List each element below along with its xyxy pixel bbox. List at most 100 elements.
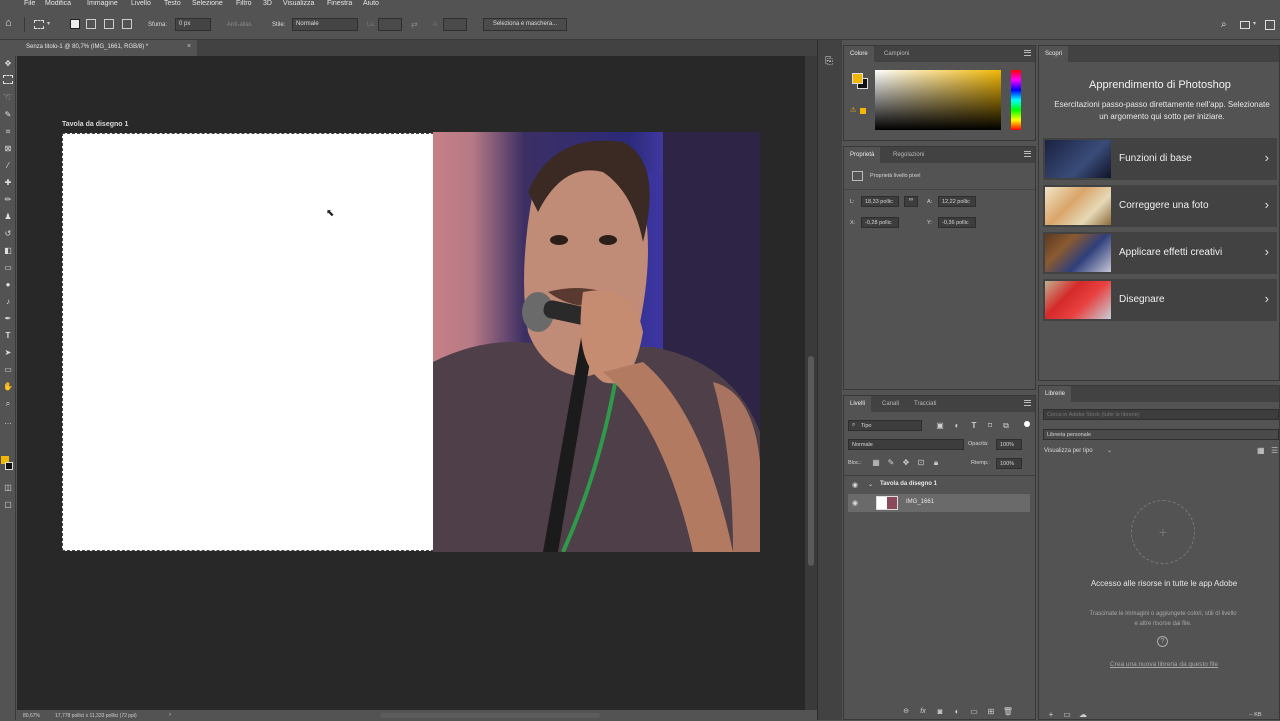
lasso-tool-icon[interactable]: ➰	[2, 92, 14, 104]
eyedropper-tool-icon[interactable]: ⁄	[2, 160, 14, 172]
chevron-down-icon[interactable]: ▾	[1253, 20, 1256, 27]
marquee-tool-preset-icon[interactable]	[34, 20, 44, 29]
layer-name[interactable]: Tavola da disegno 1	[880, 481, 937, 487]
tab-scopri[interactable]: Scopri	[1039, 46, 1069, 62]
layer-row-artboard[interactable]: ◉ ⌄ Tavola da disegno 1	[848, 476, 1030, 494]
pixel-filter-icon[interactable]: ▣	[934, 420, 946, 432]
history-brush-tool-icon[interactable]: ↺	[2, 228, 14, 240]
intersect-selection-icon[interactable]	[122, 19, 132, 29]
layer-name[interactable]: IMG_1661	[906, 499, 934, 505]
cloud-upload-icon[interactable]: ☁	[1077, 709, 1089, 721]
photo-image-layer[interactable]	[433, 132, 760, 552]
select-and-mask-button[interactable]: Seleziona e maschera...	[483, 18, 567, 31]
menu-aiuto[interactable]: Aiuto	[363, 0, 379, 8]
eraser-tool-icon[interactable]: ◧	[2, 245, 14, 257]
zoom-level[interactable]: 80,67%	[23, 713, 40, 719]
chevron-down-icon[interactable]: ⌄	[868, 481, 873, 488]
new-selection-icon[interactable]	[70, 19, 80, 29]
rectangle-tool-icon[interactable]: ▭	[2, 364, 14, 376]
tab-livelli[interactable]: Livelli	[844, 396, 872, 412]
smart-object-filter-icon[interactable]: ⧉	[1000, 420, 1012, 432]
menu-3d[interactable]: 3D	[263, 0, 272, 8]
visibility-eye-icon[interactable]: ◉	[852, 499, 858, 507]
tab-canali[interactable]: Canali	[876, 396, 905, 412]
vertical-scrollbar[interactable]	[805, 56, 817, 710]
add-selection-icon[interactable]	[86, 19, 96, 29]
foreground-color-swatch[interactable]	[852, 73, 863, 84]
antialias-checkbox[interactable]: Anti-alias	[227, 22, 252, 28]
background-color-swatch[interactable]	[5, 462, 13, 470]
rectangular-marquee-tool-icon[interactable]	[3, 75, 13, 84]
chevron-down-icon[interactable]: ⌄	[1107, 447, 1112, 454]
learn-topic-card[interactable]: Funzioni di base ›	[1043, 138, 1277, 180]
clone-stamp-tool-icon[interactable]: ♟	[2, 211, 14, 223]
panel-menu-icon[interactable]	[1024, 400, 1031, 406]
lock-position-icon[interactable]: ✥	[900, 457, 912, 469]
quick-mask-icon[interactable]: ◫	[2, 482, 14, 494]
link-icon[interactable]: ∞	[904, 196, 918, 207]
learn-topic-card[interactable]: Disegnare ›	[1043, 279, 1277, 321]
visibility-eye-icon[interactable]: ◉	[852, 481, 858, 489]
lock-all-icon[interactable]: 🔒︎	[930, 457, 942, 469]
y-field[interactable]: -0,36 pollic	[938, 217, 976, 228]
lock-transparent-icon[interactable]: ▦	[870, 457, 882, 469]
panel-menu-icon[interactable]	[1024, 50, 1031, 56]
web-color-swatch[interactable]	[860, 108, 866, 114]
layer-style-icon[interactable]: fx	[917, 706, 929, 718]
panel-menu-icon[interactable]	[1024, 151, 1031, 157]
menu-modifica[interactable]: Modifica	[45, 0, 71, 8]
artboard-label[interactable]: Tavola da disegno 1	[62, 121, 128, 128]
fill-field[interactable]: 100%	[996, 458, 1022, 469]
filter-toggle-icon[interactable]	[1024, 421, 1030, 427]
quick-selection-tool-icon[interactable]: ✎	[2, 109, 14, 121]
horizontal-scroll-thumb[interactable]	[380, 713, 600, 718]
document-info[interactable]: 17,778 pollici x 11,333 pollici (72 ppi)	[55, 713, 137, 719]
chevron-down-icon[interactable]: ▾	[47, 20, 50, 27]
crop-tool-icon[interactable]: ⌗	[2, 126, 14, 138]
hand-tool-icon[interactable]: ✋	[2, 381, 14, 393]
height-field[interactable]: 12,22 pollic	[938, 196, 976, 207]
subtract-selection-icon[interactable]	[104, 19, 114, 29]
add-icon[interactable]: +	[1045, 709, 1057, 721]
tab-librerie[interactable]: Librerie	[1039, 386, 1072, 402]
type-filter-icon[interactable]: T	[968, 420, 980, 432]
chevron-right-icon[interactable]: ›	[169, 712, 171, 718]
menu-selezione[interactable]: Selezione	[192, 0, 223, 8]
frame-tool-icon[interactable]: ⊠	[2, 143, 14, 155]
style-select[interactable]: Normale	[292, 18, 358, 31]
lock-artboard-icon[interactable]: ⊡	[915, 457, 927, 469]
more-tools-icon[interactable]: …	[2, 416, 14, 428]
workspace-icon[interactable]	[1240, 21, 1250, 29]
learn-topic-card[interactable]: Applicare effetti creativi ›	[1043, 232, 1277, 274]
screen-mode-icon[interactable]: ▢	[2, 499, 14, 511]
trash-icon[interactable]: 🗑︎	[1002, 706, 1014, 718]
grid-view-icon[interactable]: ▦	[1257, 446, 1265, 455]
blur-tool-icon[interactable]: ●	[2, 279, 14, 291]
view-by-type-select[interactable]: Visualizza per tipo	[1044, 448, 1093, 454]
menu-file[interactable]: File	[24, 0, 35, 8]
height-input[interactable]	[443, 18, 467, 31]
scroll-thumb[interactable]	[808, 356, 814, 566]
tab-tracciati[interactable]: Tracciati	[908, 396, 942, 412]
folder-icon[interactable]: ▭	[1061, 709, 1073, 721]
width-field[interactable]: 18,33 pollic	[861, 196, 899, 207]
add-mask-icon[interactable]: ◙	[934, 706, 946, 718]
share-icon[interactable]	[1265, 20, 1275, 30]
link-layers-icon[interactable]: ⊖	[900, 706, 912, 718]
adjustment-filter-icon[interactable]: ◐	[951, 420, 963, 432]
shape-filter-icon[interactable]: ⌑	[984, 420, 996, 432]
lock-image-icon[interactable]: ✎	[885, 457, 897, 469]
opacity-field[interactable]: 100%	[996, 439, 1022, 450]
stock-search-input[interactable]: Cerca in Adobe Stock (tutte le librerie)	[1043, 409, 1279, 420]
menu-finestra[interactable]: Finestra	[327, 0, 352, 8]
menu-filtro[interactable]: Filtro	[236, 0, 252, 8]
hue-slider[interactable]	[1011, 70, 1021, 130]
document-tab[interactable]: Senza titolo-1 @ 80,7% (IMG_1661, RGB/8)…	[17, 40, 197, 56]
healing-brush-tool-icon[interactable]: ✚	[2, 177, 14, 189]
learn-topic-card[interactable]: Correggere una foto ›	[1043, 185, 1277, 227]
layer-filter-select[interactable]: ⌕ Tipo	[848, 420, 922, 431]
list-view-icon[interactable]: ☰	[1271, 446, 1278, 455]
history-panel-icon[interactable]: ⎘	[825, 56, 833, 67]
home-icon[interactable]: ⌂	[5, 17, 12, 29]
color-field[interactable]	[875, 70, 1001, 130]
